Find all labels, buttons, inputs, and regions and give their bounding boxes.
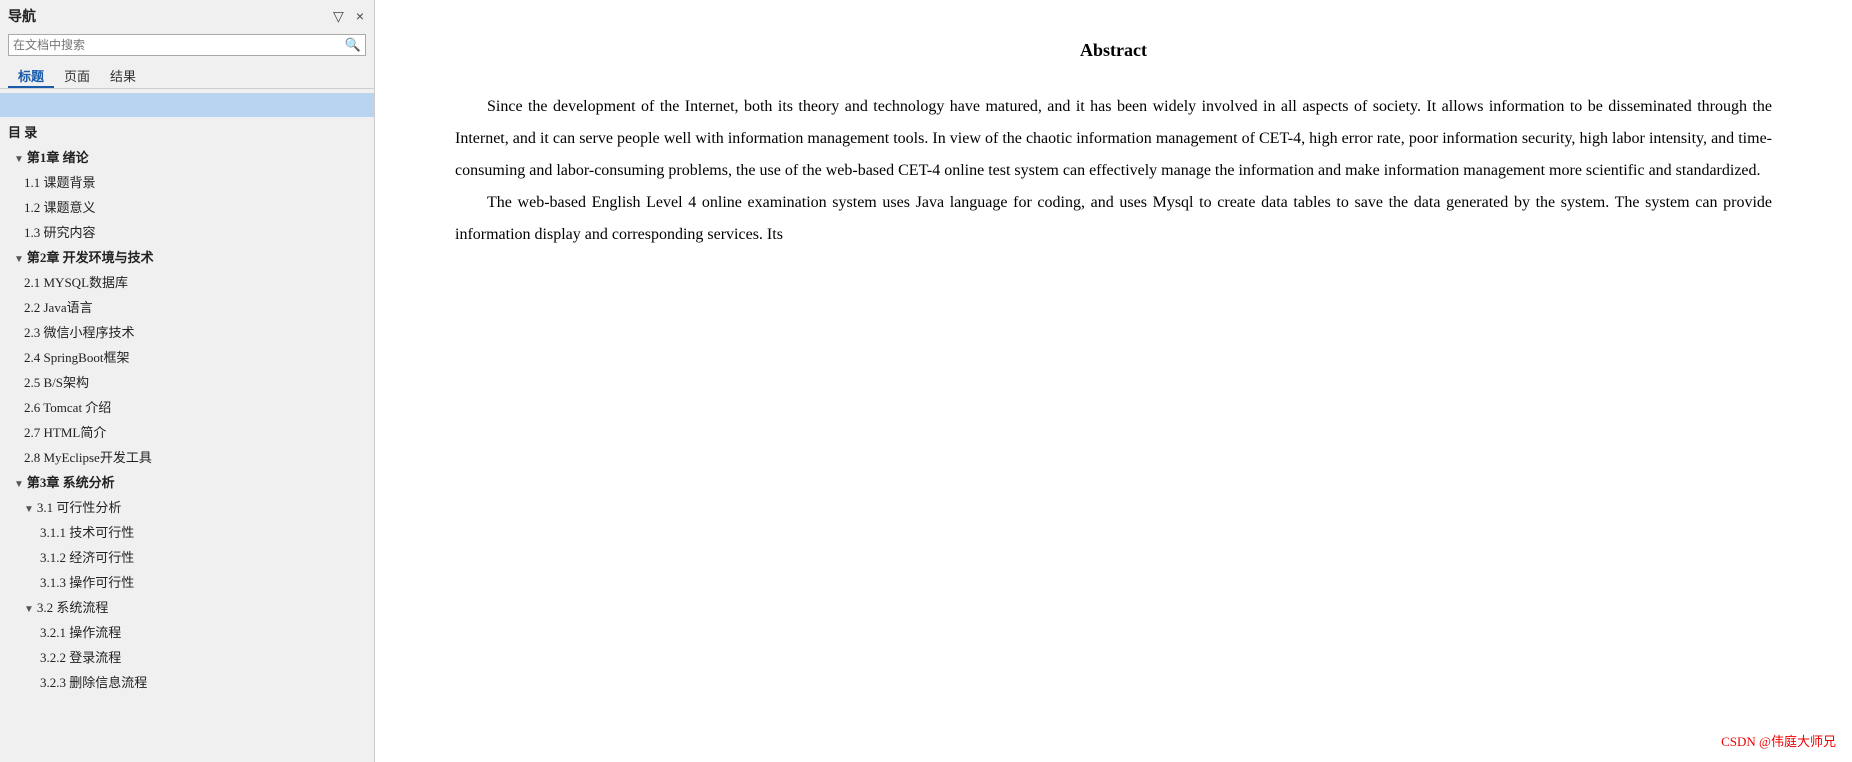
sidebar-controls: ▽ × xyxy=(331,8,366,25)
toc-item-2-2[interactable]: 2.2 Java语言 xyxy=(0,294,374,319)
nav-tabs: 标题 页面 结果 xyxy=(0,62,374,89)
triangle-icon-3: ▼ xyxy=(14,479,24,490)
toc-item-mulu[interactable]: 目 录 xyxy=(0,119,374,144)
toc-item-ch2[interactable]: ▼第2章 开发环境与技术 xyxy=(0,244,374,269)
toc-item-2-4[interactable]: 2.4 SpringBoot框架 xyxy=(0,344,374,369)
collapse-button[interactable]: ▽ xyxy=(331,8,346,25)
doc-body: Since the development of the Internet, b… xyxy=(455,91,1772,251)
sidebar-header: 导航 ▽ × xyxy=(0,0,374,30)
search-bar: 🔍 xyxy=(8,34,366,56)
paragraph-2: The web-based English Level 4 online exa… xyxy=(455,187,1772,251)
toc-item-1-2[interactable]: 1.2 课题意义 xyxy=(0,194,374,219)
tab-headings[interactable]: 标题 xyxy=(8,62,54,88)
search-input[interactable] xyxy=(13,38,345,52)
tab-pages[interactable]: 页面 xyxy=(54,62,100,88)
triangle-icon-3-2: ▼ xyxy=(24,604,34,615)
toc-list: 目 录 ▼第1章 绪论 1.1 课题背景 1.2 课题意义 1.3 研究内容 ▼… xyxy=(0,89,374,762)
toc-item-3-2-1[interactable]: 3.2.1 操作流程 xyxy=(0,619,374,644)
toc-selected-bar xyxy=(0,93,374,117)
toc-item-3-2-2[interactable]: 3.2.2 登录流程 xyxy=(0,644,374,669)
toc-item-2-5[interactable]: 2.5 B/S架构 xyxy=(0,369,374,394)
toc-item-1-3[interactable]: 1.3 研究内容 xyxy=(0,219,374,244)
paragraph-1: Since the development of the Internet, b… xyxy=(455,91,1772,187)
toc-item-2-1[interactable]: 2.1 MYSQL数据库 xyxy=(0,269,374,294)
toc-item-ch1[interactable]: ▼第1章 绪论 xyxy=(0,144,374,169)
toc-item-2-8[interactable]: 2.8 MyEclipse开发工具 xyxy=(0,444,374,469)
toc-item-3-1-2[interactable]: 3.1.2 经济可行性 xyxy=(0,544,374,569)
toc-item-3-2[interactable]: ▼3.2 系统流程 xyxy=(0,594,374,619)
close-button[interactable]: × xyxy=(354,8,366,25)
main-content: Abstract Since the development of the In… xyxy=(375,0,1852,762)
triangle-icon-3-1: ▼ xyxy=(24,504,34,515)
toc-item-2-3[interactable]: 2.3 微信小程序技术 xyxy=(0,319,374,344)
toc-item-2-6[interactable]: 2.6 Tomcat 介绍 xyxy=(0,394,374,419)
triangle-icon: ▼ xyxy=(14,154,24,165)
abstract-title: Abstract xyxy=(455,40,1772,61)
search-button[interactable]: 🔍 xyxy=(345,37,361,53)
sidebar: 导航 ▽ × 🔍 标题 页面 结果 目 录 ▼第1章 绪论 1.1 课题背景 1… xyxy=(0,0,375,762)
toc-item-3-1-1[interactable]: 3.1.1 技术可行性 xyxy=(0,519,374,544)
triangle-icon-2: ▼ xyxy=(14,254,24,265)
toc-item-3-2-3[interactable]: 3.2.3 删除信息流程 xyxy=(0,669,374,694)
toc-item-3-1[interactable]: ▼3.1 可行性分析 xyxy=(0,494,374,519)
toc-item-3-1-3[interactable]: 3.1.3 操作可行性 xyxy=(0,569,374,594)
toc-item-2-7[interactable]: 2.7 HTML简介 xyxy=(0,419,374,444)
tab-results[interactable]: 结果 xyxy=(100,62,146,88)
toc-item-ch3[interactable]: ▼第3章 系统分析 xyxy=(0,469,374,494)
sidebar-title: 导航 xyxy=(8,6,36,26)
toc-item-1-1[interactable]: 1.1 课题背景 xyxy=(0,169,374,194)
